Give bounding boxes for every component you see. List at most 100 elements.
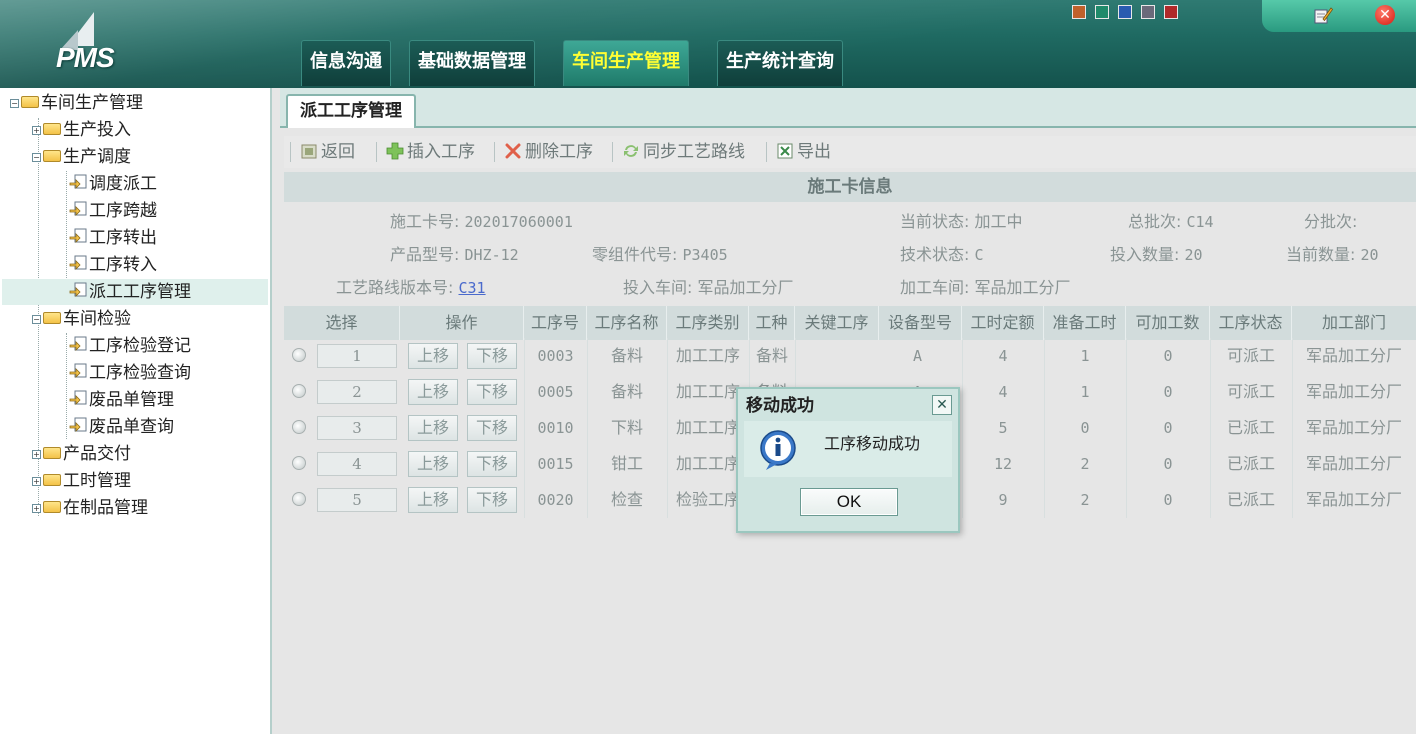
- cell-hours: 5: [998, 419, 1008, 437]
- sidebar-item-production-scheduling[interactable]: − 生产调度: [32, 144, 131, 170]
- collapse-icon[interactable]: −: [32, 152, 41, 162]
- hand-page-icon: [69, 390, 87, 405]
- cell-process-state: 可派工: [1226, 382, 1275, 401]
- col-header-hours[interactable]: 工时定额: [962, 306, 1044, 340]
- sidebar-item-wip-management[interactable]: + 在制品管理: [32, 495, 148, 521]
- cell-available: 0: [1163, 347, 1173, 365]
- sidebar-item-process-skip[interactable]: 工序跨越: [68, 198, 157, 224]
- export-button[interactable]: 导出: [776, 140, 831, 164]
- move-down-button[interactable]: 下移: [467, 487, 517, 513]
- nav-tab-workshop-production[interactable]: 车间生产管理: [563, 40, 689, 86]
- row-select-radio[interactable]: [292, 420, 306, 434]
- move-up-button[interactable]: 上移: [408, 343, 458, 369]
- cell-hours: 4: [998, 347, 1008, 365]
- sidebar-item-dispatch[interactable]: 调度派工: [68, 171, 157, 197]
- move-up-button[interactable]: 上移: [408, 487, 458, 513]
- cell-department: 军品加工分厂: [1305, 418, 1402, 437]
- expand-icon[interactable]: +: [32, 476, 41, 486]
- move-down-button[interactable]: 下移: [467, 343, 517, 369]
- move-down-button[interactable]: 下移: [467, 415, 517, 441]
- sidebar-item-process-transfer-out[interactable]: 工序转出: [68, 225, 157, 251]
- row-seq-box[interactable]: 5: [317, 488, 397, 512]
- cell-prep-hours: 1: [1080, 383, 1090, 401]
- sidebar-item-labor-hours[interactable]: + 工时管理: [32, 468, 131, 494]
- cell-process-no: 0003: [537, 347, 574, 365]
- collapse-icon[interactable]: −: [32, 314, 41, 324]
- col-header-prep-hours[interactable]: 准备工时: [1044, 306, 1126, 340]
- dialog-title: 移动成功: [746, 396, 814, 416]
- col-header-department[interactable]: 加工部门: [1292, 306, 1416, 340]
- folder-icon: [43, 501, 61, 513]
- sidebar-item-workshop-inspection[interactable]: − 车间检验: [32, 306, 131, 332]
- row-select-radio[interactable]: [292, 492, 306, 506]
- cell-prep-hours: 2: [1080, 491, 1090, 509]
- nav-tab-basic-data[interactable]: 基础数据管理: [409, 40, 535, 86]
- sidebar-item-product-delivery[interactable]: + 产品交付: [32, 441, 131, 467]
- move-up-button[interactable]: 上移: [408, 415, 458, 441]
- row-seq-box[interactable]: 3: [317, 416, 397, 440]
- cell-available: 0: [1163, 455, 1173, 473]
- col-header-process-name[interactable]: 工序名称: [587, 306, 667, 340]
- cell-process-no: 0005: [537, 383, 574, 401]
- col-header-available[interactable]: 可加工数: [1126, 306, 1210, 340]
- row-select-radio[interactable]: [292, 456, 306, 470]
- tree-root[interactable]: − 车间生产管理: [10, 90, 143, 116]
- close-app-icon[interactable]: ✕: [1375, 5, 1395, 25]
- cell-craft: 备料: [755, 346, 788, 365]
- row-seq-box[interactable]: 4: [317, 452, 397, 476]
- row-select-radio[interactable]: [292, 348, 306, 362]
- tab-strip: 派工工序管理: [280, 88, 1416, 128]
- col-header-action[interactable]: 操作: [400, 306, 524, 340]
- tab-dispatch-process-management[interactable]: 派工工序管理: [286, 94, 416, 128]
- dialog-close-button[interactable]: ✕: [932, 395, 952, 415]
- nav-tab-info-communication[interactable]: 信息沟通: [301, 40, 391, 86]
- col-header-process-no[interactable]: 工序号: [524, 306, 587, 340]
- theme-green-button[interactable]: [1095, 5, 1109, 19]
- col-header-key-process[interactable]: 关键工序: [795, 306, 879, 340]
- move-up-button[interactable]: 上移: [408, 451, 458, 477]
- cell-process-state: 已派工: [1226, 454, 1275, 473]
- theme-red-button[interactable]: [1164, 5, 1178, 19]
- table-row[interactable]: 1 上移 下移 0003 备料 加工工序 备料 A 4 1 0 可派工 军品加工…: [284, 338, 1416, 374]
- sidebar-item-scrap-query[interactable]: 废品单查询: [68, 414, 174, 440]
- sidebar-item-process-transfer-in[interactable]: 工序转入: [68, 252, 157, 278]
- cell-process-name: 备料: [610, 346, 643, 365]
- edit-icon[interactable]: [1313, 5, 1333, 25]
- move-down-button[interactable]: 下移: [467, 451, 517, 477]
- col-header-process-category[interactable]: 工序类别: [667, 306, 749, 340]
- move-up-button[interactable]: 上移: [408, 379, 458, 405]
- route-version-link[interactable]: C31: [459, 279, 486, 297]
- ok-button[interactable]: OK: [800, 488, 898, 516]
- sidebar-item-inspection-query[interactable]: 工序检验查询: [68, 360, 191, 386]
- cell-prep-hours: 2: [1080, 455, 1090, 473]
- sync-route-button[interactable]: 同步工艺路线: [622, 140, 745, 164]
- expand-icon[interactable]: +: [32, 503, 41, 513]
- excel-icon: [777, 143, 793, 159]
- theme-blue-button[interactable]: [1118, 5, 1132, 19]
- sidebar-item-scrap-management[interactable]: 废品单管理: [68, 387, 174, 413]
- theme-orange-button[interactable]: [1072, 5, 1086, 19]
- move-down-button[interactable]: 下移: [467, 379, 517, 405]
- sidebar-item-dispatch-process-management[interactable]: 派工工序管理: [2, 279, 268, 305]
- nav-tab-production-statistics[interactable]: 生产统计查询: [717, 40, 843, 86]
- row-seq-box[interactable]: 2: [317, 380, 397, 404]
- expand-icon[interactable]: +: [32, 449, 41, 459]
- back-icon: [301, 144, 317, 159]
- theme-gray-button[interactable]: [1141, 5, 1155, 19]
- back-button[interactable]: 返回: [300, 140, 355, 164]
- col-header-select[interactable]: 选择: [284, 306, 400, 340]
- expand-icon[interactable]: +: [32, 125, 41, 135]
- sidebar-item-production-input[interactable]: + 生产投入: [32, 117, 131, 143]
- row-select-radio[interactable]: [292, 384, 306, 398]
- row-seq-box[interactable]: 1: [317, 344, 397, 368]
- folder-open-icon: [43, 312, 61, 324]
- insert-process-button[interactable]: 插入工序: [386, 140, 475, 164]
- col-header-process-state[interactable]: 工序状态: [1210, 306, 1292, 340]
- col-header-craft[interactable]: 工种: [749, 306, 795, 340]
- cell-department: 军品加工分厂: [1305, 346, 1402, 365]
- col-header-equipment[interactable]: 设备型号: [879, 306, 962, 340]
- folder-icon: [43, 123, 61, 135]
- delete-process-button[interactable]: 删除工序: [504, 140, 593, 164]
- collapse-icon[interactable]: −: [10, 98, 19, 108]
- sidebar-item-inspection-register[interactable]: 工序检验登记: [68, 333, 191, 359]
